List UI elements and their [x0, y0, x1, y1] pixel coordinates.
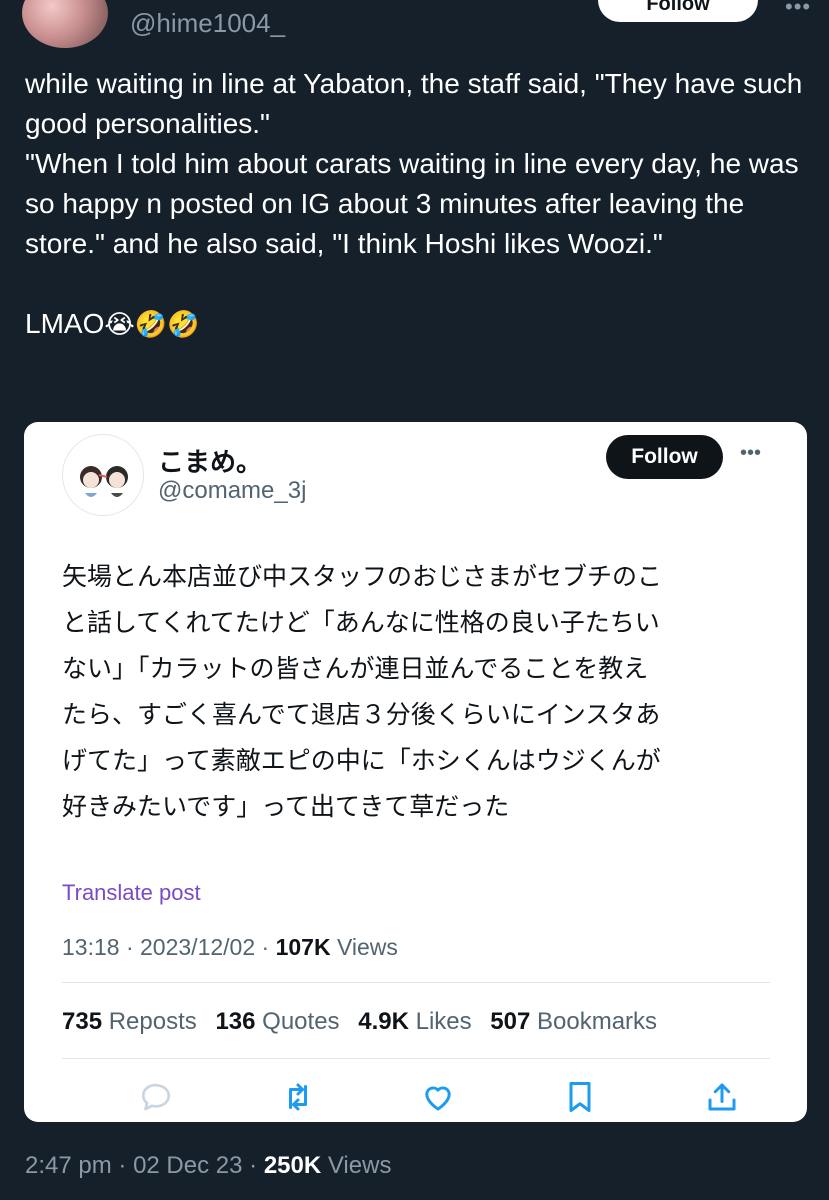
tweet-time: 2:47 pm: [25, 1152, 112, 1179]
views-count: 250K: [263, 1152, 322, 1179]
reposts-stat[interactable]: 735 Reposts: [62, 1008, 197, 1035]
action-bar: [62, 1077, 770, 1117]
tweet-text: while waiting in line at Yabaton, the st…: [25, 64, 815, 344]
quoted-handle[interactable]: @comame_3j: [158, 477, 306, 505]
bookmarks-label: Bookmarks: [537, 1008, 658, 1035]
emoji-group: 😭🤣🤣: [104, 309, 200, 339]
likes-count: 4.9K: [358, 1008, 409, 1035]
avatar-illustration: [80, 466, 128, 497]
more-options-icon[interactable]: •••: [785, 0, 811, 20]
reposts-count: 735: [62, 1008, 103, 1035]
engagement-stats: 735 Reposts 136 Quotes 4.9K Likes 507 Bo…: [62, 1008, 669, 1036]
quoted-display-name[interactable]: こまめ。: [158, 442, 262, 479]
divider: [62, 1058, 770, 1059]
separator: ·: [118, 1152, 127, 1179]
likes-stat[interactable]: 4.9K Likes: [358, 1008, 471, 1035]
quoted-tweet-text: 矢場とん本店並び中スタッフのおじさまがセブチのこ と話してくれてたけど「あんなに…: [62, 562, 663, 821]
repost-icon[interactable]: [278, 1077, 318, 1117]
bookmarks-count: 507: [490, 1008, 531, 1035]
translate-post-link[interactable]: Translate post: [62, 880, 201, 906]
separator: ·: [261, 934, 270, 960]
tweet-date: 02 Dec 23: [133, 1152, 243, 1179]
quoted-views-count: 107K: [275, 934, 331, 960]
tweet-text-line: while waiting in line at Yabaton, the st…: [25, 68, 803, 139]
bookmarks-stat[interactable]: 507 Bookmarks: [490, 1008, 657, 1035]
follow-button[interactable]: Follow: [598, 0, 758, 22]
author-handle[interactable]: @hime1004_: [130, 8, 285, 39]
views-label: Views: [327, 1152, 392, 1179]
author-avatar[interactable]: [22, 0, 108, 48]
tweet-meta: 2:47 pm · 02 Dec 23 · 250K Views: [25, 1152, 391, 1180]
separator: ·: [125, 934, 134, 960]
likes-label: Likes: [415, 1008, 472, 1035]
tweet-text-line: LMAO😭🤣🤣: [25, 304, 815, 344]
separator: ·: [249, 1152, 258, 1179]
quoted-more-options-icon[interactable]: •••: [740, 442, 761, 465]
quotes-label: Quotes: [262, 1008, 340, 1035]
quoted-tweet-card[interactable]: こまめ。 @comame_3j Follow ••• 矢場とん本店並び中スタッフ…: [24, 422, 807, 1122]
quoted-views-label: Views: [336, 934, 398, 960]
share-icon[interactable]: [702, 1077, 742, 1117]
reply-icon[interactable]: [136, 1077, 176, 1117]
quoted-tweet-meta: 13:18 · 2023/12/02 · 107K Views: [62, 934, 398, 961]
reposts-label: Reposts: [108, 1008, 197, 1035]
quoted-time: 13:18: [62, 934, 120, 960]
quoted-follow-button[interactable]: Follow: [606, 435, 723, 479]
bookmark-icon[interactable]: [560, 1077, 600, 1117]
tweet-text-line: "When I told him about carats waiting in…: [25, 148, 799, 259]
like-icon[interactable]: [418, 1077, 458, 1117]
tweet-text-lmao: LMAO: [25, 308, 105, 339]
divider: [62, 982, 770, 983]
quoted-author-avatar[interactable]: [62, 434, 144, 516]
quoted-date: 2023/12/02: [140, 934, 256, 960]
quotes-count: 136: [215, 1008, 256, 1035]
quotes-stat[interactable]: 136 Quotes: [215, 1008, 339, 1035]
